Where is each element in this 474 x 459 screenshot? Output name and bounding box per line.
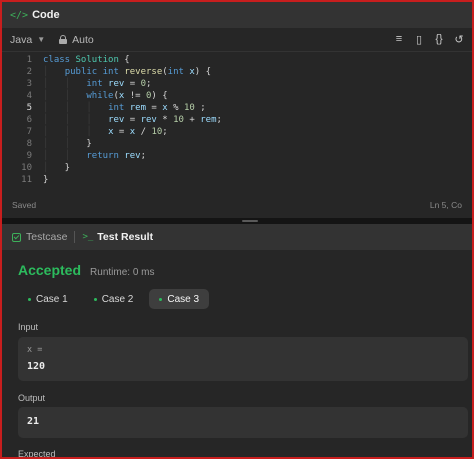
line-number: 8 [26,139,32,149]
tab-test-result[interactable]: >_ Test Result [82,231,153,243]
line-number: 5 [26,103,32,113]
line-number: 3 [26,79,32,89]
bookmark-icon[interactable]: ▯ [414,33,424,46]
case-3-button[interactable]: Case 3 [149,289,210,309]
case-label: Case 2 [101,293,134,305]
terminal-icon: >_ [82,232,94,242]
result-panel-header: Testcase >_ Test Result [2,224,472,250]
checkbox-icon [12,232,21,242]
line-number: 10 [21,163,32,173]
code-line: 5 │ │ │ int rem = x % 10 ; [2,102,472,114]
language-label: Java [10,33,33,46]
input-box: x = 120 [18,337,468,381]
output-box: 21 [18,407,468,438]
result-panel: Testcase >_ Test Result Accepted Runtime… [2,224,472,457]
format-icon[interactable]: ≡ [394,33,404,46]
input-variable-name: x = [27,345,43,355]
tab-testcase[interactable]: Testcase [12,231,67,243]
code-line: 1 class Solution { [2,54,472,66]
code-line: 4 │ │ while(x != 0) { [2,90,472,102]
code-line: 6 │ │ │ rev = rev * 10 + rem; [2,114,472,126]
output-label: Output [18,393,46,403]
grip-icon [242,220,258,222]
language-select[interactable]: Java ▼ [10,34,45,46]
editor-toolbar: Java ▼ Auto ≡ ▯ {} ↺ [2,28,472,52]
line-number: 11 [21,175,32,185]
code-line: 3 │ │ int rev = 0; [2,78,472,90]
code-panel-title: Code [32,9,60,21]
editor-tools: ≡ ▯ {} ↺ [394,33,464,46]
input-value: 120 [27,361,46,372]
pass-dot-icon [159,297,163,301]
line-number: 6 [26,115,32,125]
line-code: │ │ int rev = 0; [43,79,152,89]
pass-dot-icon [28,297,31,301]
output-value: 21 [27,416,40,427]
code-line: 10 │ } [2,162,472,174]
runtime-text: Runtime: 0 ms [90,267,155,278]
cursor-position: Ln 5, Co [429,200,462,210]
tab-test-result-label: Test Result [97,231,154,243]
code-line: 9 │ │ return rev; [2,150,472,162]
line-code: │ │ while(x != 0) { [43,91,168,101]
save-status: Saved [12,200,37,210]
reset-icon[interactable]: ↺ [454,33,464,46]
auto-mode-label[interactable]: Auto [72,34,94,46]
braces-icon[interactable]: {} [434,33,444,46]
line-number: 9 [26,151,32,161]
tab-testcase-label: Testcase [26,231,68,243]
tab-divider [74,231,76,243]
pass-dot-icon [93,297,97,301]
line-code: │ } [43,163,71,173]
code-line: 7 │ │ │ x = x / 10; [2,126,472,138]
case-2-button[interactable]: Case 2 [84,289,144,309]
code-editor[interactable]: 1 class Solution { 2 │ public int reverse(… [2,54,472,194]
result-verdict: Accepted Runtime: 0 ms [18,262,155,278]
line-code: │ │ │ rev = rev * 10 + rem; [43,115,222,125]
editor-status-bar: Saved Ln 5, Co [2,200,472,214]
line-code: │ │ return rev; [43,151,146,161]
input-label: Input [18,322,39,332]
line-code: │ │ } [43,139,92,149]
case-label: Case 1 [36,293,68,305]
case-label: Case 3 [167,293,200,305]
code-line: 11} [2,174,472,186]
code-panel-header: </> Code [2,2,472,28]
code-line: 2 │ public int reverse(int x) { [2,66,472,78]
expected-label: Expected [18,449,56,457]
line-number: 4 [26,91,32,101]
verdict-status: Accepted [18,262,82,278]
line-code: │ public int reverse(int x) { [43,67,212,77]
code-line: 8 │ │ } [2,138,472,150]
chevron-down-icon: ▼ [37,35,46,44]
leetcode-workspace: </> Code Java ▼ Auto ≡ ▯ {} ↺ 1 class Sol… [2,2,472,457]
line-code: class Solution { [43,55,130,65]
lock-icon [59,35,68,44]
line-number: 7 [26,127,32,137]
line-code: │ │ │ x = x / 10; [43,127,168,137]
line-number: 2 [26,67,32,77]
line-number: 1 [26,55,32,65]
line-code: } [43,175,49,185]
code-panel: </> Code Java ▼ Auto ≡ ▯ {} ↺ 1 class Sol… [2,2,472,218]
case-1-button[interactable]: Case 1 [18,289,78,309]
line-code: │ │ │ int rem = x % 10 ; [43,103,206,113]
code-brackets-icon: </> [10,9,29,21]
case-tabs: Case 1 Case 2 Case 3 [18,289,210,309]
